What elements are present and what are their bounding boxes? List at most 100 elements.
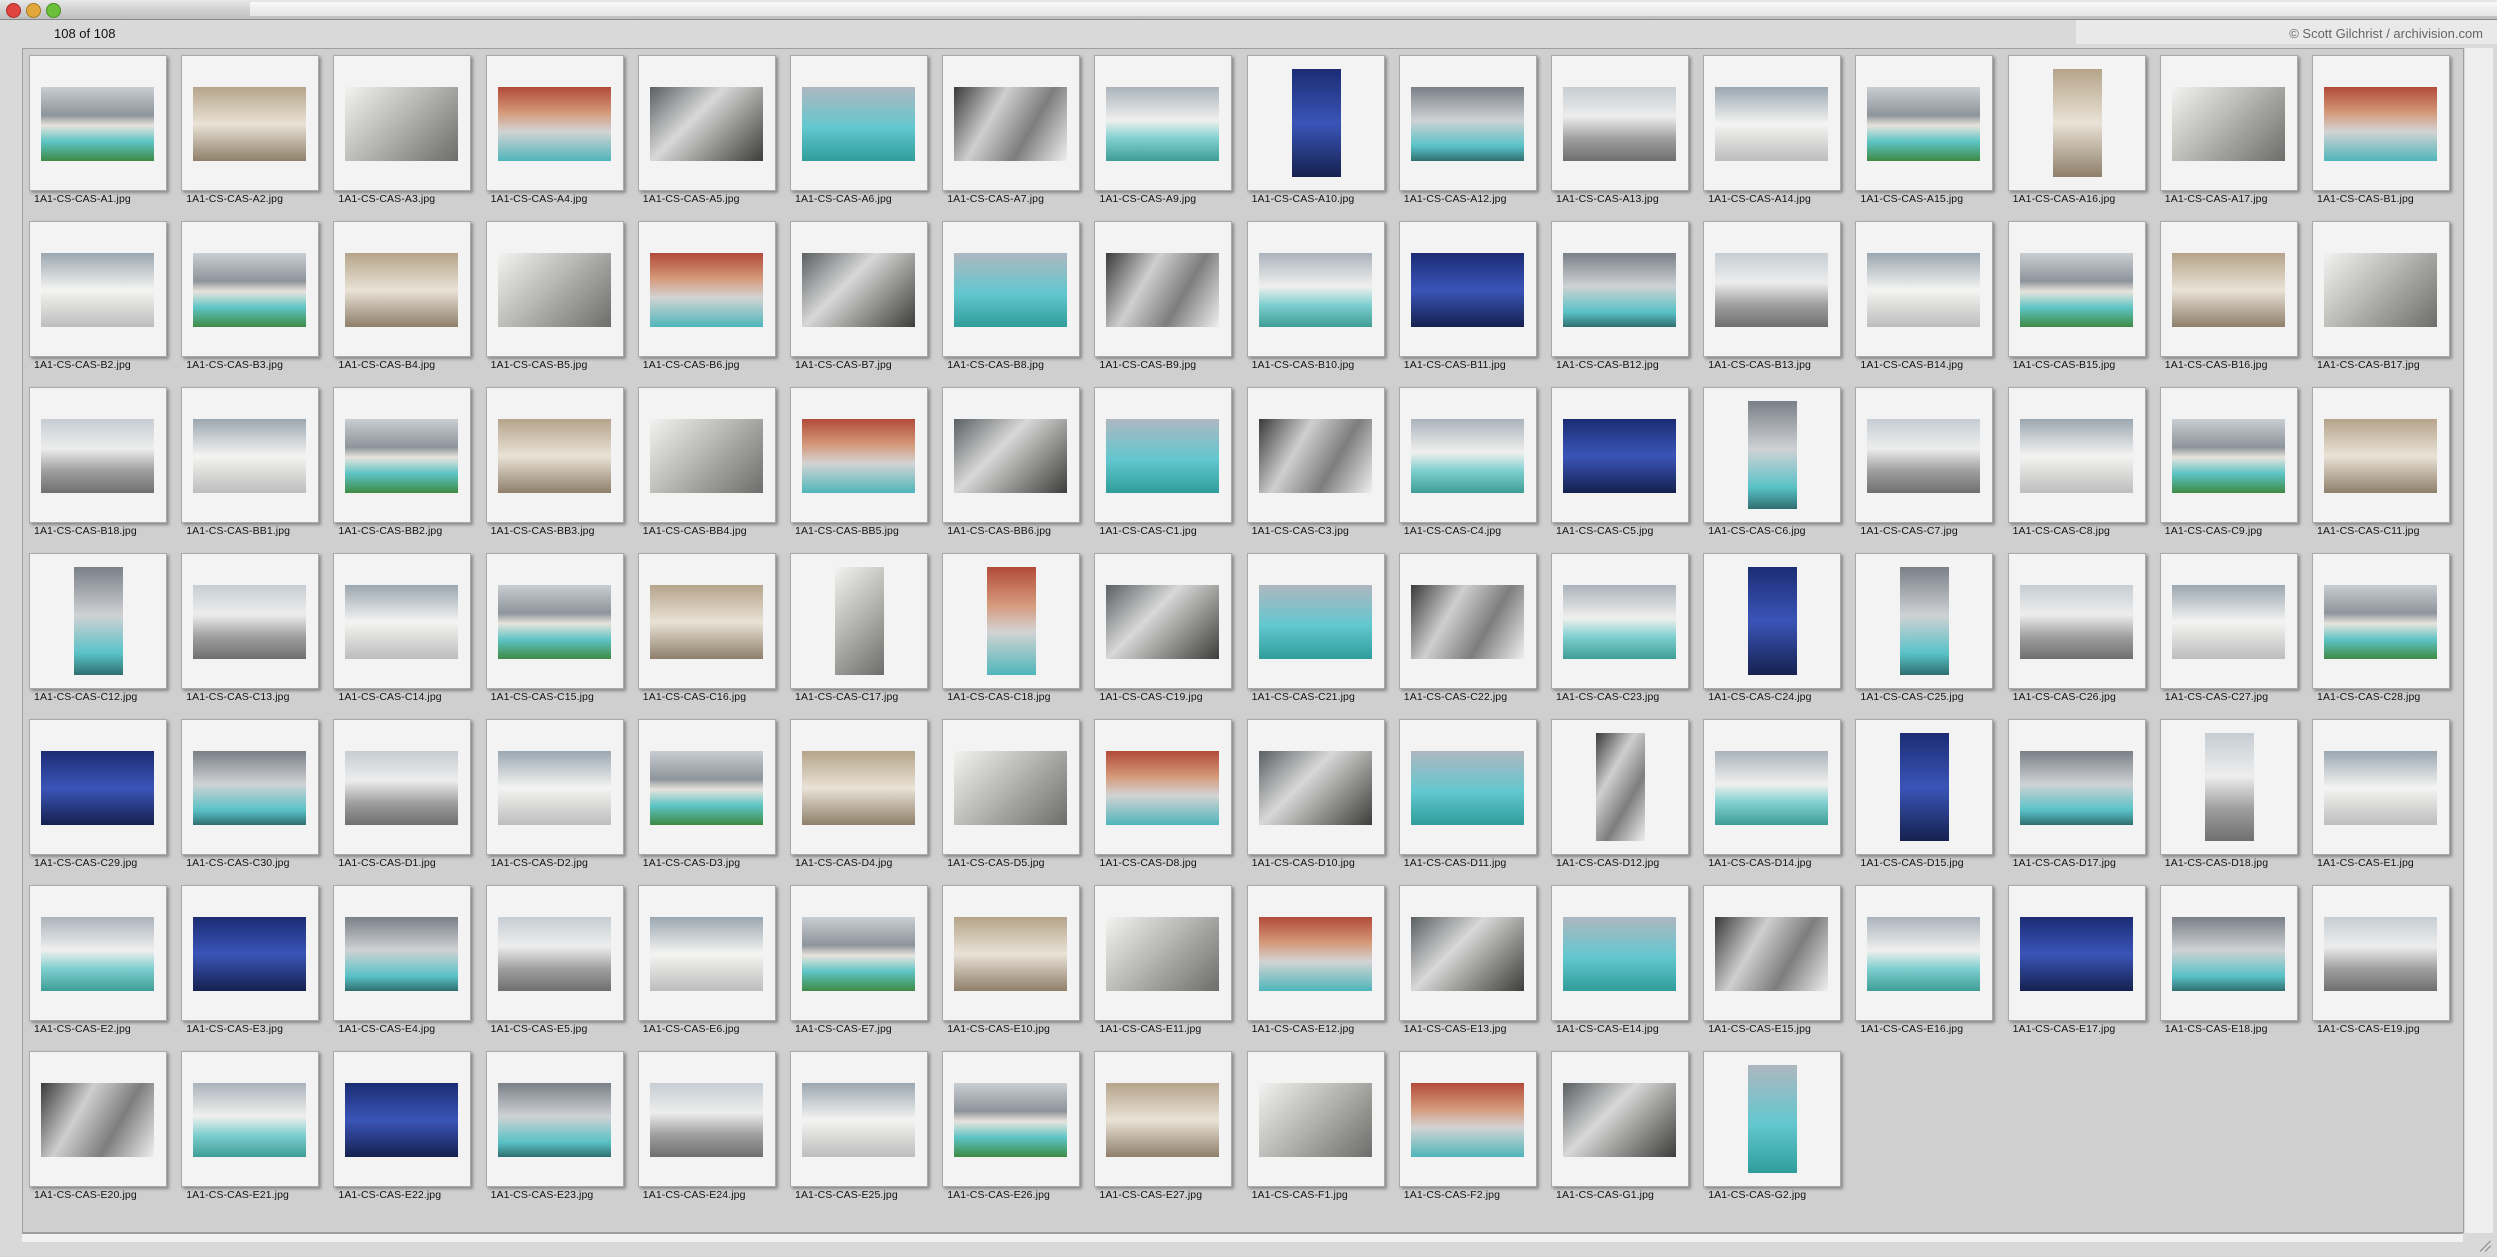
slide-frame[interactable]	[181, 885, 320, 1021]
thumbnail-item[interactable]: 1A1-CS-CAS-B18.jpg	[26, 383, 174, 549]
thumbnail-image[interactable]	[1258, 917, 1372, 991]
thumbnail-image[interactable]	[649, 87, 763, 161]
thumbnail-item[interactable]: 1A1-CS-CAS-D17.jpg	[2005, 715, 2153, 881]
thumbnail-item[interactable]: 1A1-CS-CAS-BB3.jpg	[483, 383, 631, 549]
slide-frame[interactable]	[942, 387, 1081, 523]
slide-frame[interactable]	[1551, 885, 1689, 1021]
thumbnail-item[interactable]: 1A1-CS-CAS-C28.jpg	[2309, 549, 2457, 715]
slide-frame[interactable]	[1094, 1051, 1233, 1187]
thumbnail-item[interactable]: 1A1-CS-CAS-B7.jpg	[787, 217, 935, 383]
thumbnail-item[interactable]: 1A1-CS-CAS-D18.jpg	[2157, 715, 2305, 881]
thumbnail-image[interactable]	[2019, 751, 2133, 825]
thumbnail-image[interactable]	[1563, 917, 1676, 991]
thumbnail-item[interactable]: 1A1-CS-CAS-F2.jpg	[1396, 1047, 1544, 1213]
thumbnail-item[interactable]: 1A1-CS-CAS-C24.jpg	[1700, 549, 1848, 715]
thumbnail-image[interactable]	[497, 1083, 611, 1157]
thumbnail-image[interactable]	[1410, 917, 1524, 991]
thumbnail-item[interactable]: 1A1-CS-CAS-B6.jpg	[635, 217, 783, 383]
thumbnail-item[interactable]: 1A1-CS-CAS-BB1.jpg	[178, 383, 326, 549]
thumbnail-item[interactable]: 1A1-CS-CAS-E26.jpg	[939, 1047, 1087, 1213]
thumbnail-item[interactable]: 1A1-CS-CAS-BB5.jpg	[787, 383, 935, 549]
thumbnail-item[interactable]: 1A1-CS-CAS-B1.jpg	[2309, 51, 2457, 217]
slide-frame[interactable]	[29, 55, 167, 191]
thumbnail-image[interactable]	[802, 917, 915, 991]
thumbnail-item[interactable]: 1A1-CS-CAS-A16.jpg	[2005, 51, 2153, 217]
thumbnail-item[interactable]: 1A1-CS-CAS-C14.jpg	[330, 549, 478, 715]
slide-frame[interactable]	[1855, 719, 1994, 855]
thumbnail-item[interactable]: 1A1-CS-CAS-E24.jpg	[635, 1047, 783, 1213]
thumbnail-item[interactable]: 1A1-CS-CAS-E18.jpg	[2157, 881, 2305, 1047]
thumbnail-item[interactable]: 1A1-CS-CAS-C29.jpg	[26, 715, 174, 881]
thumbnail-item[interactable]: 1A1-CS-CAS-A15.jpg	[1852, 51, 2000, 217]
slide-frame[interactable]	[333, 553, 472, 689]
slide-frame[interactable]	[2007, 553, 2146, 689]
thumbnail-image[interactable]	[1410, 419, 1524, 493]
thumbnail-image[interactable]	[1867, 87, 1981, 161]
slide-frame[interactable]	[333, 885, 472, 1021]
thumbnail-image[interactable]	[1900, 567, 1950, 675]
thumbnail-image[interactable]	[345, 419, 459, 493]
thumbnail-item[interactable]: 1A1-CS-CAS-B16.jpg	[2157, 217, 2305, 383]
slide-frame[interactable]	[485, 553, 624, 689]
slide-frame[interactable]	[1551, 1051, 1689, 1187]
thumbnail-image[interactable]	[954, 87, 1068, 161]
thumbnail-item[interactable]: 1A1-CS-CAS-C26.jpg	[2005, 549, 2153, 715]
thumbnail-image[interactable]	[2171, 87, 2285, 161]
slide-frame[interactable]	[1398, 221, 1537, 357]
slide-frame[interactable]	[2312, 885, 2450, 1021]
thumbnail-image[interactable]	[649, 585, 763, 659]
thumbnail-image[interactable]	[954, 751, 1068, 825]
slide-frame[interactable]	[1855, 885, 1994, 1021]
thumbnail-item[interactable]: 1A1-CS-CAS-A5.jpg	[635, 51, 783, 217]
slide-frame[interactable]	[29, 553, 167, 689]
slide-frame[interactable]	[1246, 387, 1385, 523]
thumbnail-item[interactable]: 1A1-CS-CAS-E6.jpg	[635, 881, 783, 1047]
thumbnail-image[interactable]	[1258, 419, 1372, 493]
thumbnail-image[interactable]	[835, 567, 884, 675]
slide-frame[interactable]	[2007, 55, 2146, 191]
slide-frame[interactable]	[1246, 55, 1385, 191]
slide-frame[interactable]	[942, 221, 1081, 357]
slide-frame[interactable]	[485, 1051, 624, 1187]
slide-frame[interactable]	[790, 719, 928, 855]
thumbnail-image[interactable]	[193, 1083, 307, 1157]
thumbnail-item[interactable]: 1A1-CS-CAS-C4.jpg	[1396, 383, 1544, 549]
thumbnail-image[interactable]	[193, 751, 307, 825]
thumbnail-image[interactable]	[1715, 751, 1829, 825]
slide-frame[interactable]	[1855, 55, 1994, 191]
slide-frame[interactable]	[1551, 719, 1689, 855]
thumbnail-item[interactable]: 1A1-CS-CAS-A7.jpg	[939, 51, 1087, 217]
thumbnail-image[interactable]	[2324, 253, 2437, 327]
thumbnail-image[interactable]	[802, 419, 915, 493]
slide-frame[interactable]	[333, 1051, 472, 1187]
slide-frame[interactable]	[2312, 553, 2450, 689]
thumbnail-item[interactable]: 1A1-CS-CAS-C7.jpg	[1852, 383, 2000, 549]
thumbnail-image[interactable]	[649, 917, 763, 991]
slide-frame[interactable]	[2007, 719, 2146, 855]
thumbnail-image[interactable]	[41, 87, 154, 161]
thumbnail-item[interactable]: 1A1-CS-CAS-B8.jpg	[939, 217, 1087, 383]
thumbnail-image[interactable]	[1106, 87, 1220, 161]
slide-frame[interactable]	[485, 387, 624, 523]
slide-frame[interactable]	[790, 55, 928, 191]
thumbnail-item[interactable]: 1A1-CS-CAS-E20.jpg	[26, 1047, 174, 1213]
slide-frame[interactable]	[1398, 55, 1537, 191]
slide-frame[interactable]	[637, 719, 776, 855]
thumbnail-item[interactable]: 1A1-CS-CAS-E13.jpg	[1396, 881, 1544, 1047]
thumbnail-image[interactable]	[649, 751, 763, 825]
thumbnail-image[interactable]	[2019, 585, 2133, 659]
thumbnail-image[interactable]	[1900, 733, 1950, 841]
minimize-button[interactable]	[26, 3, 41, 18]
thumbnail-image[interactable]	[954, 419, 1068, 493]
thumbnail-item[interactable]: 1A1-CS-CAS-B11.jpg	[1396, 217, 1544, 383]
thumbnail-item[interactable]: 1A1-CS-CAS-A4.jpg	[483, 51, 631, 217]
thumbnail-item[interactable]: 1A1-CS-CAS-E25.jpg	[787, 1047, 935, 1213]
thumbnail-image[interactable]	[1563, 1083, 1676, 1157]
slide-frame[interactable]	[29, 387, 167, 523]
thumbnail-item[interactable]: 1A1-CS-CAS-C27.jpg	[2157, 549, 2305, 715]
slide-frame[interactable]	[1551, 221, 1689, 357]
thumbnail-image[interactable]	[2052, 69, 2102, 177]
thumbnail-image[interactable]	[345, 1083, 459, 1157]
slide-frame[interactable]	[790, 885, 928, 1021]
close-button[interactable]	[6, 3, 21, 18]
